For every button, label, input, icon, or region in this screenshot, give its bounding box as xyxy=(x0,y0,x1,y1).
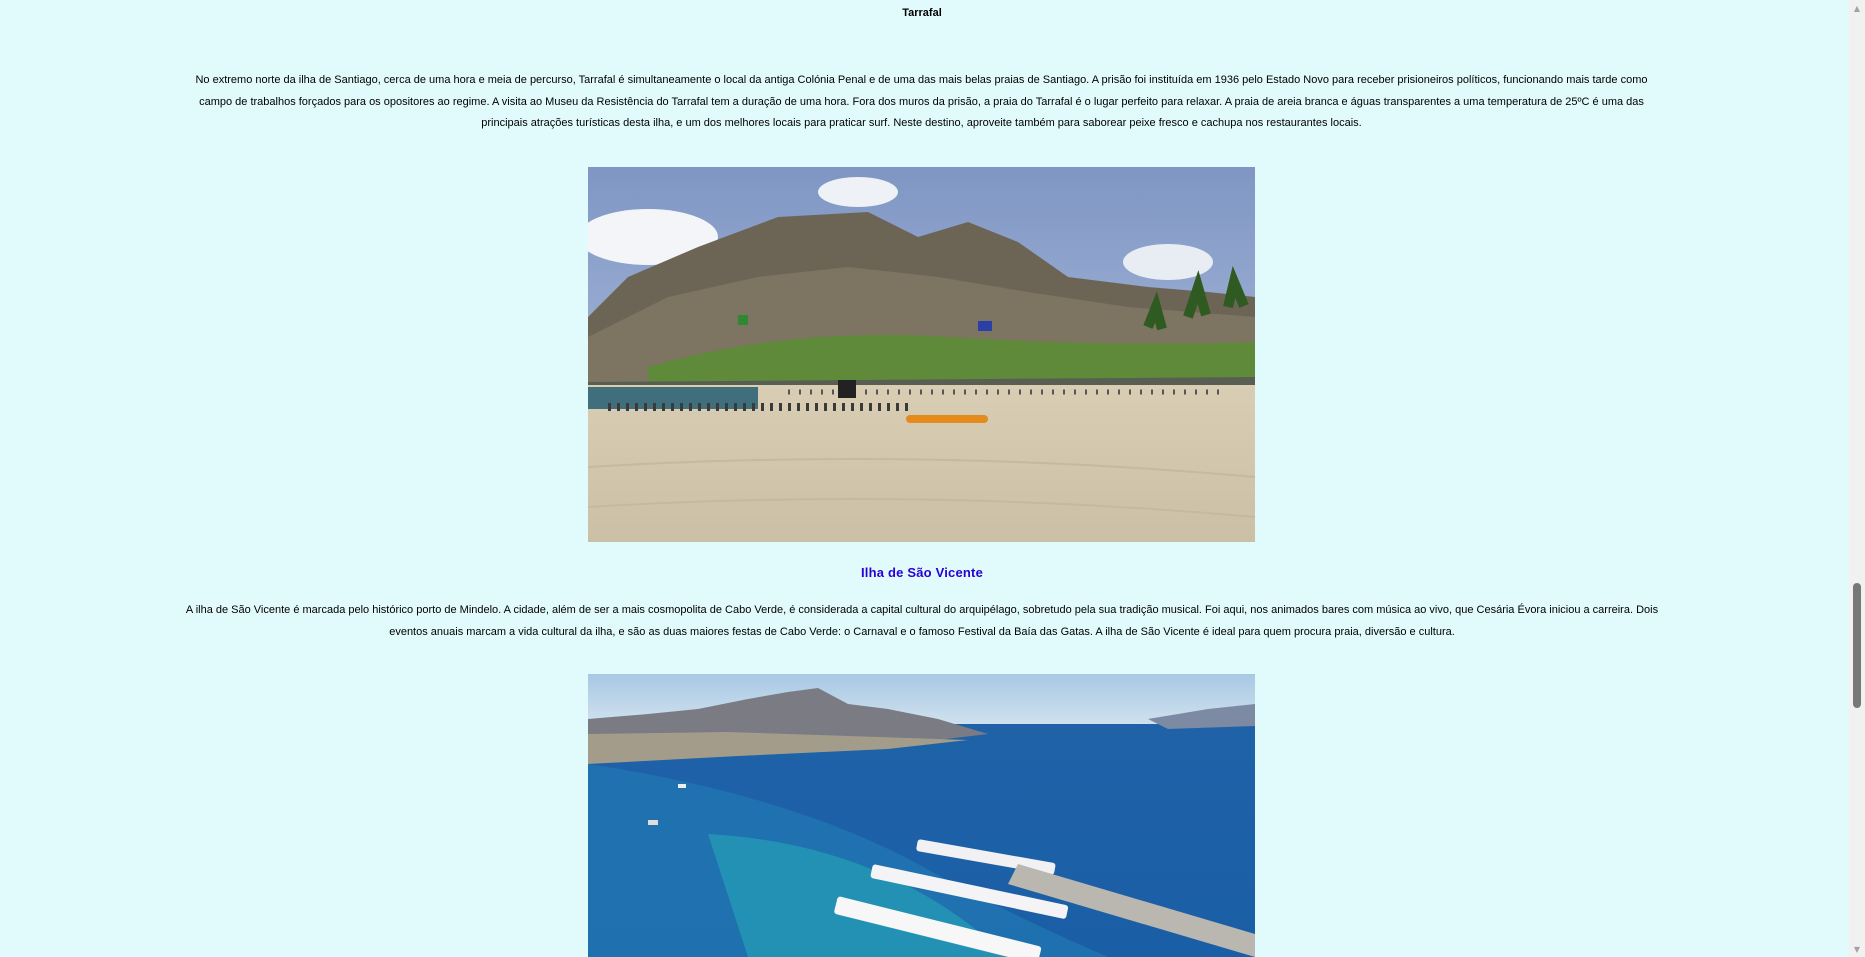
page-content: Tarrafal No extremo norte da ilha de San… xyxy=(0,0,1849,957)
tarrafal-heading: Tarrafal xyxy=(902,7,942,19)
scroll-down-icon[interactable]: ▼ xyxy=(1849,941,1865,957)
page-viewport: Tarrafal No extremo norte da ilha de San… xyxy=(0,0,1865,957)
scroll-up-icon[interactable]: ▲ xyxy=(1849,0,1865,16)
scrollbar-thumb[interactable] xyxy=(1853,583,1861,708)
mindelo-harbor-illustration xyxy=(588,674,1255,957)
tarrafal-beach-photo xyxy=(588,167,1255,542)
tarrafal-paragraph: No extremo norte da ilha de Santiago, ce… xyxy=(195,74,1648,129)
sao-vicente-heading: Ilha de São Vicente xyxy=(860,565,984,580)
mindelo-harbor-photo xyxy=(588,674,1255,957)
tarrafal-beach-illustration xyxy=(588,167,1255,542)
vertical-scrollbar[interactable]: ▲ ▼ xyxy=(1849,0,1865,957)
sao-vicente-paragraph: A ilha de São Vicente é marcada pelo his… xyxy=(185,604,1659,638)
